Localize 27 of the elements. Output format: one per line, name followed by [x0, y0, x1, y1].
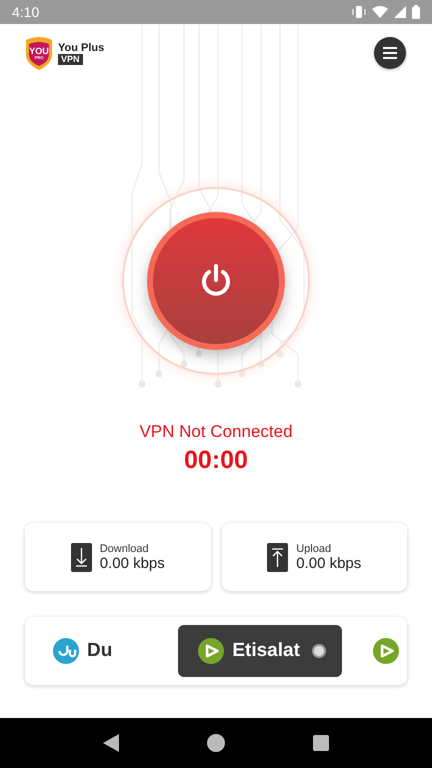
- carrier-logo-icon: [53, 638, 79, 664]
- connection-timer: 00:00: [183, 446, 249, 475]
- menu-icon: [382, 46, 398, 60]
- home-icon[interactable]: [206, 733, 226, 753]
- upload-icon: [267, 542, 288, 572]
- brand-tag: VPN: [58, 54, 83, 64]
- speed-label: Download: [100, 542, 150, 554]
- battery-icon: [412, 5, 420, 19]
- recents-icon[interactable]: [312, 735, 329, 751]
- back-icon[interactable]: [103, 734, 120, 752]
- speed-value: 0.00 kbps: [100, 554, 165, 572]
- carrier-logo-icon: [372, 638, 399, 664]
- status-time: 4:10: [12, 4, 40, 20]
- carrier-option[interactable]: Etisalat: [178, 625, 342, 677]
- signal-icon: [394, 6, 406, 18]
- carrier-option[interactable]: Du: [33, 625, 128, 677]
- vibrate-icon: [352, 6, 366, 18]
- power-button[interactable]: [147, 212, 285, 350]
- brand-name: You Plus: [58, 42, 104, 54]
- radio-icon: [312, 644, 326, 658]
- wifi-icon: [372, 6, 388, 18]
- speed-label: Upload: [296, 542, 332, 554]
- connection-status: VPN Not Connected: [138, 422, 294, 442]
- carrier-logo-icon: [198, 638, 224, 664]
- menu-button[interactable]: [374, 37, 406, 69]
- speed-value: 0.00 kbps: [296, 554, 362, 572]
- download-icon: [70, 542, 92, 572]
